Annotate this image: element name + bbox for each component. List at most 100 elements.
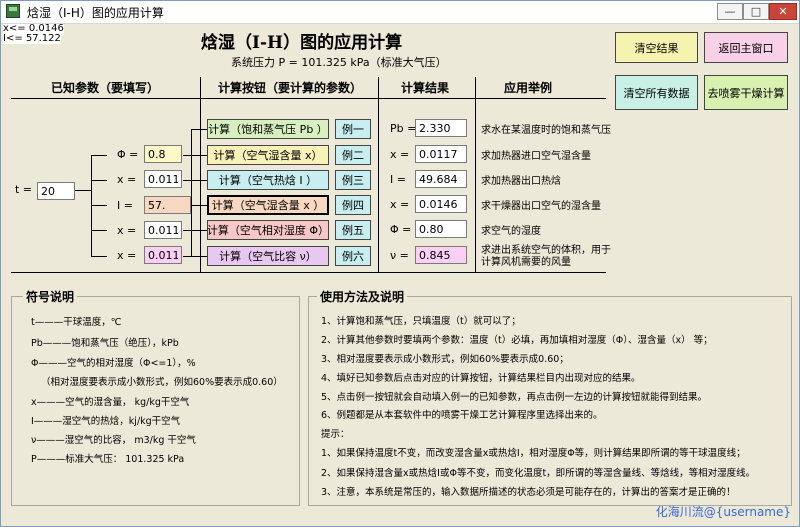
symbol-line: （相对湿度要表示成小数形式，例如60%要表示成0.60） — [41, 377, 283, 388]
symbol-line: x———空气的湿含量， kg/kg干空气 — [31, 397, 190, 408]
symbol-line: t———干球温度，℃ — [31, 317, 122, 328]
symbol-line: Φ———空气的相对湿度（Φ<=1），% — [31, 358, 196, 369]
result-x2-value[interactable] — [415, 195, 467, 213]
usage-line: 3、注意，本系统是常压的，输入数据所描述的状态必须是可能存在的，计算出的答案才是… — [321, 487, 736, 498]
usage-line: 4、填好已知参数后点击对应的计算按钮，计算结果栏目内出现对应的结果。 — [321, 373, 641, 384]
usage-line: 6、例题都是从本套软件中的喷雾干燥工艺计算程序里选择出来的。 — [321, 410, 603, 421]
connector-line — [75, 190, 77, 191]
app-icon — [6, 4, 20, 18]
clear-results-button[interactable]: 清空结果 — [615, 32, 698, 63]
column-divider-3 — [475, 77, 476, 273]
calc-saturation-pressure-button[interactable]: 计算（饱和蒸气压 Pb ） — [207, 119, 329, 139]
connector-line — [183, 155, 207, 156]
example-4-button[interactable]: 例四 — [335, 195, 371, 215]
symbol-line: ν———湿空气的比容， m3/kg 干空气 — [31, 435, 196, 446]
result-x2-label: x = — [390, 198, 410, 211]
result-v-label: ν = — [390, 249, 409, 262]
t-label: t = — [15, 183, 33, 196]
table-bottom-rule — [11, 272, 606, 273]
connector-line — [183, 230, 207, 231]
connector-line — [91, 155, 92, 257]
table-top-rule — [11, 98, 606, 99]
usage-line: 1、如果保持温度t不变，而改变湿含量x或热焓I，相对湿度Φ等，则计算结果即所谓的… — [321, 448, 746, 459]
example-2-button[interactable]: 例二 — [335, 145, 371, 165]
side-readout-i: I<= 57.122 — [3, 33, 61, 44]
example-desc-2: 求加热器进口空气湿含量 — [481, 151, 591, 162]
app-window: 焓湿（I-H）图的应用计算 — □ ✕ x<= 0.0146 I<= 57.12… — [0, 0, 800, 527]
i-label: I = — [117, 199, 133, 212]
result-phi-value[interactable] — [415, 220, 467, 238]
connector-line — [183, 256, 207, 257]
x-label: x = — [117, 224, 137, 237]
usage-line: 2、计算其他参数时要填两个参数：温度（t）必填，再加填相对湿度（Φ）、湿含量（x… — [321, 335, 713, 346]
window-title: 焓湿（I-H）图的应用计算 — [27, 6, 164, 20]
symbol-line: I———湿空气的热焓，kj/kg干空气 — [31, 416, 181, 427]
connector-line — [191, 205, 207, 206]
connector-line — [183, 180, 207, 181]
result-i-value[interactable] — [415, 170, 467, 188]
connector-line — [75, 190, 91, 191]
column-header-example: 应用举例 — [504, 81, 553, 95]
symbol-line: Pb———饱和蒸气压（绝压），kPb — [31, 338, 179, 349]
phi-label: Φ = — [117, 148, 139, 161]
usage-title: 使用方法及说明 — [317, 288, 408, 305]
connector-line — [191, 129, 192, 257]
result-x-label: x = — [390, 148, 410, 161]
example-1-button[interactable]: 例一 — [335, 119, 371, 139]
example-desc-4: 求干燥器出口空气的湿含量 — [481, 201, 601, 212]
result-phi-label: Φ = — [390, 223, 412, 236]
usage-line: 1、计算饱和蒸气压，只填温度（t）就可以了； — [321, 316, 521, 327]
connector-line — [91, 256, 107, 257]
example-6-button[interactable]: 例六 — [335, 246, 371, 266]
symbol-line: P———标准大气压： 101.325 kPa — [31, 454, 185, 465]
clear-all-data-button[interactable]: 清空所有数据 — [615, 75, 698, 110]
example-desc-6b: 计算风机需要的风量 — [481, 257, 571, 268]
result-i-label: I = — [390, 173, 406, 186]
column-divider-1 — [200, 77, 201, 273]
example-desc-6a: 求进出系统空气的体积，用于 — [481, 245, 611, 256]
calc-moisture-content-button-2[interactable]: 计算（空气湿含量 x ） — [207, 195, 329, 215]
minimize-button[interactable]: — — [717, 3, 743, 20]
usage-line: 提示： — [321, 429, 350, 440]
moisture-x-input[interactable] — [144, 170, 182, 188]
example-desc-3: 求加热器出口热焓 — [481, 176, 561, 187]
calc-moisture-content-button[interactable]: 计算（空气湿含量 x） — [207, 145, 329, 165]
connector-line — [91, 205, 107, 206]
page-title: 焓湿（I-H）图的应用计算 — [201, 33, 403, 53]
calc-enthalpy-button[interactable]: 计算（空气热焓 I ） — [207, 170, 329, 190]
x-label: x = — [117, 249, 137, 262]
calc-relative-humidity-button[interactable]: 计算（空气相对湿度 Φ） — [207, 220, 329, 240]
close-button[interactable]: ✕ — [769, 3, 797, 20]
connector-line — [91, 155, 107, 156]
watermark: 化海川流@{username} — [655, 505, 791, 519]
connector-line — [91, 230, 107, 231]
symbols-title: 符号说明 — [23, 288, 78, 305]
connector-line — [91, 180, 107, 181]
example-5-button[interactable]: 例五 — [335, 220, 371, 240]
x-label: x = — [117, 173, 137, 186]
column-header-known: 已知参数（要填写） — [51, 81, 160, 95]
humidity-phi-input[interactable] — [144, 145, 182, 163]
result-pb-label: Pb = — [390, 122, 417, 135]
temperature-input[interactable] — [37, 182, 75, 200]
example-desc-1: 求水在某温度时的饱和蒸气压 — [481, 125, 611, 136]
usage-line: 2、如果保持湿含量x或热焓I或Φ等不变，而变化温度t，即所谓的等湿含量线、等焓线… — [321, 468, 756, 479]
maximize-button[interactable]: □ — [743, 3, 769, 20]
back-main-window-button[interactable]: 返回主窗口 — [704, 32, 788, 63]
example-desc-5: 求空气的湿度 — [481, 226, 541, 237]
result-pb-value[interactable] — [415, 119, 467, 137]
usage-line: 3、相对湿度要表示成小数形式，例如60%要表示成0.60； — [321, 354, 569, 365]
moisture-x-input-2[interactable] — [144, 221, 182, 239]
example-3-button[interactable]: 例三 — [335, 170, 371, 190]
pressure-label: 系统压力 P = 101.325 kPa（标准大气压） — [231, 56, 447, 69]
result-v-value[interactable] — [415, 246, 467, 264]
usage-line: 5、点击例一按钮就会自动填入例一的已知参数，再点击例一左边的计算按钮就能得到结果… — [321, 392, 708, 403]
title-bar: 焓湿（I-H）图的应用计算 — □ ✕ — [1, 1, 799, 24]
column-header-result: 计算结果 — [401, 81, 450, 95]
enthalpy-i-input[interactable] — [144, 196, 191, 214]
connector-line — [191, 129, 207, 130]
spray-dry-calc-button[interactable]: 去喷雾干燥计算 — [704, 75, 788, 110]
moisture-x-input-3[interactable] — [144, 246, 182, 264]
calc-specific-volume-button[interactable]: 计算（空气比容 ν） — [207, 246, 329, 266]
result-x-value[interactable] — [415, 145, 467, 163]
